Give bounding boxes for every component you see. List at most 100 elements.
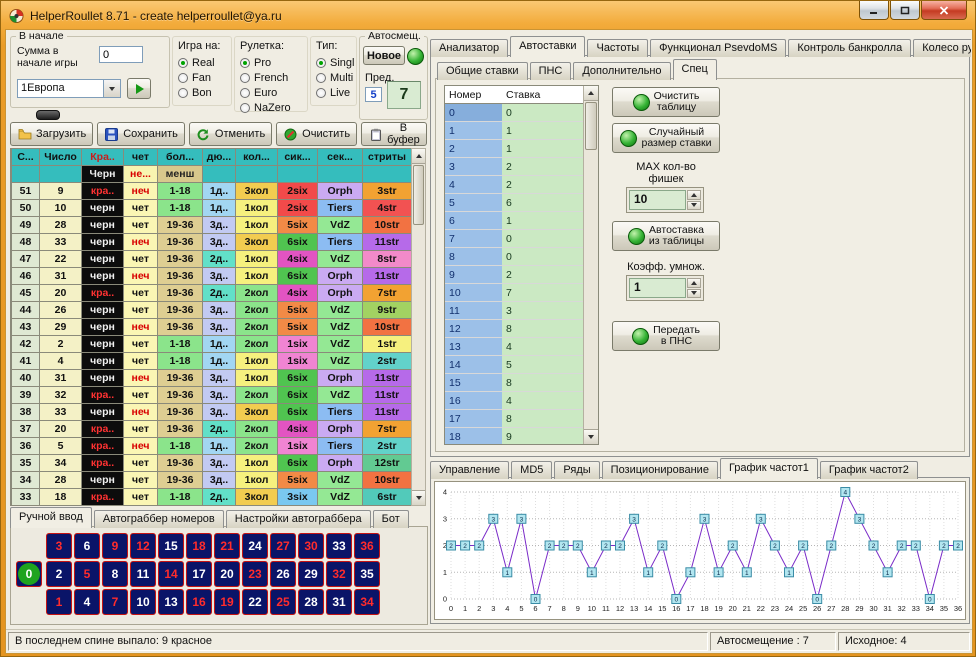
number-tile-26[interactable]: 26: [270, 561, 296, 587]
bets-row[interactable]: 158: [445, 374, 583, 392]
random-bet-button[interactable]: Случайный размер ставки: [612, 123, 720, 153]
number-tile-29[interactable]: 29: [298, 561, 324, 587]
chart-tab-2[interactable]: Ряды: [554, 461, 599, 479]
spinner-up-button[interactable]: [687, 190, 701, 200]
bets-row[interactable]: 107: [445, 284, 583, 302]
scroll-down-button[interactable]: [584, 429, 598, 444]
bets-row[interactable]: 56: [445, 194, 583, 212]
main-tab-0[interactable]: Анализатор: [430, 39, 508, 57]
chart-tab-3[interactable]: Позиционирование: [602, 461, 718, 479]
autobet-button[interactable]: Автоставка из таблицы: [612, 221, 720, 251]
radio-real[interactable]: Real: [178, 55, 231, 70]
number-tile-11[interactable]: 11: [130, 561, 156, 587]
radio-euro[interactable]: Euro: [240, 85, 307, 100]
number-tile-4[interactable]: 4: [74, 589, 100, 615]
number-tile-35[interactable]: 35: [354, 561, 380, 587]
undo-button[interactable]: Отменить: [189, 122, 272, 146]
number-tile-21[interactable]: 21: [214, 533, 240, 559]
bets-table-scrollbar[interactable]: [583, 86, 598, 444]
number-tile-9[interactable]: 9: [102, 533, 128, 559]
radio-pro[interactable]: Pro: [240, 55, 307, 70]
number-tile-24[interactable]: 24: [242, 533, 268, 559]
spins-table-container[interactable]: С...ЧислоКра..четбол...дю...кол...сик...…: [10, 148, 411, 506]
bets-row[interactable]: 164: [445, 392, 583, 410]
spins-row[interactable]: 422чернчет1-181д..2кол1sixVdZ1str: [12, 336, 412, 353]
number-tile-32[interactable]: 32: [326, 561, 352, 587]
radio-french[interactable]: French: [240, 70, 307, 85]
bets-subtab-3[interactable]: Спец: [673, 59, 717, 80]
multiplier-value[interactable]: 1: [629, 278, 686, 298]
radio-bon[interactable]: Bon: [178, 85, 231, 100]
number-tile-1[interactable]: 1: [46, 589, 72, 615]
radio-live[interactable]: Live: [316, 85, 356, 100]
number-tile-23[interactable]: 23: [242, 561, 268, 587]
number-tile-27[interactable]: 27: [270, 533, 296, 559]
input-tab-1[interactable]: Автограббер номеров: [94, 510, 224, 528]
number-tile-25[interactable]: 25: [270, 589, 296, 615]
number-tile-3[interactable]: 3: [46, 533, 72, 559]
scroll-up-button[interactable]: [584, 86, 598, 101]
max-chips-value[interactable]: 10: [629, 190, 686, 210]
main-tab-3[interactable]: Функционал PsevdoMS: [650, 39, 786, 57]
chart-tab-5[interactable]: График частот2: [820, 461, 918, 479]
maximize-button[interactable]: [890, 1, 920, 20]
chart-tab-1[interactable]: MD5: [511, 461, 552, 479]
bets-row[interactable]: 189: [445, 428, 583, 445]
spinner-down-button[interactable]: [687, 289, 701, 299]
spins-row[interactable]: 5010чернчет1-181д..1кол2sixTiers4str: [12, 200, 412, 217]
bets-row[interactable]: 145: [445, 356, 583, 374]
close-button[interactable]: [921, 1, 967, 20]
to-pns-button[interactable]: Передать в ПНС: [612, 321, 720, 351]
number-tile-13[interactable]: 13: [158, 589, 184, 615]
spins-row[interactable]: 365кра..неч1-181д..2кол1sixTiers2str: [12, 438, 412, 455]
number-tile-36[interactable]: 36: [354, 533, 380, 559]
number-tile-15[interactable]: 15: [158, 533, 184, 559]
number-tile-0[interactable]: 0: [16, 561, 42, 587]
number-tile-5[interactable]: 5: [74, 561, 100, 587]
number-tile-7[interactable]: 7: [102, 589, 128, 615]
main-tab-2[interactable]: Частоты: [587, 39, 648, 57]
spins-row[interactable]: 4520кра..чет19-362д..2кол4sixOrph7str: [12, 285, 412, 302]
to-buffer-button[interactable]: В буфер: [361, 122, 427, 146]
spins-row[interactable]: 3932кра..чет19-363д..2кол6sixVdZ11str: [12, 387, 412, 404]
number-tile-30[interactable]: 30: [298, 533, 324, 559]
multiplier-spinner[interactable]: 1: [626, 275, 704, 301]
bets-row[interactable]: 00: [445, 104, 583, 122]
radio-nazero[interactable]: NaZero: [240, 100, 307, 115]
game-variant-select[interactable]: 1Европа: [17, 79, 121, 98]
start-sum-input[interactable]: [99, 46, 143, 63]
bets-row[interactable]: 134: [445, 338, 583, 356]
bets-row[interactable]: 178: [445, 410, 583, 428]
number-tile-28[interactable]: 28: [298, 589, 324, 615]
input-tab-2[interactable]: Настройки автограббера: [226, 510, 371, 528]
bets-subtab-2[interactable]: Дополнительно: [573, 62, 670, 80]
bets-row[interactable]: 32: [445, 158, 583, 176]
number-tile-12[interactable]: 12: [130, 533, 156, 559]
spins-row[interactable]: 3428чернчет19-363д..1кол5sixVdZ10str: [12, 472, 412, 489]
scroll-thumb[interactable]: [585, 102, 597, 150]
bets-row[interactable]: 70: [445, 230, 583, 248]
number-tile-14[interactable]: 14: [158, 561, 184, 587]
bets-subtab-1[interactable]: ПНС: [530, 62, 572, 80]
chevron-down-icon[interactable]: [103, 80, 120, 97]
number-tile-33[interactable]: 33: [326, 533, 352, 559]
main-tab-5[interactable]: Колесо ру: [913, 39, 971, 57]
clear-button[interactable]: Очистить: [276, 122, 357, 146]
load-button[interactable]: Загрузить: [10, 122, 93, 146]
play-button[interactable]: [127, 78, 151, 99]
spinner-down-button[interactable]: [687, 201, 701, 211]
spinner-up-button[interactable]: [687, 278, 701, 288]
number-tile-10[interactable]: 10: [130, 589, 156, 615]
spins-row[interactable]: 4031черннеч19-363д..1кол6sixOrph11str: [12, 370, 412, 387]
bets-row[interactable]: 42: [445, 176, 583, 194]
spins-row[interactable]: 4426чернчет19-363д..2кол5sixVdZ9str: [12, 302, 412, 319]
spins-row[interactable]: 4329черннеч19-363д..2кол5sixVdZ10str: [12, 319, 412, 336]
bets-row[interactable]: 61: [445, 212, 583, 230]
scroll-thumb[interactable]: [413, 165, 424, 225]
bets-row[interactable]: 128: [445, 320, 583, 338]
spins-row[interactable]: 3833черннеч19-363д..3кол6sixTiers11str: [12, 404, 412, 421]
spins-row[interactable]: 3318кра..чет1-182д..3кол3sixVdZ6str: [12, 489, 412, 506]
new-autoshift-button[interactable]: Новое: [363, 46, 405, 65]
spins-row[interactable]: 3720кра..чет19-362д..2кол4sixOrph7str: [12, 421, 412, 438]
spins-row[interactable]: 519кра..неч1-181д..3кол2sixOrph3str: [12, 183, 412, 200]
